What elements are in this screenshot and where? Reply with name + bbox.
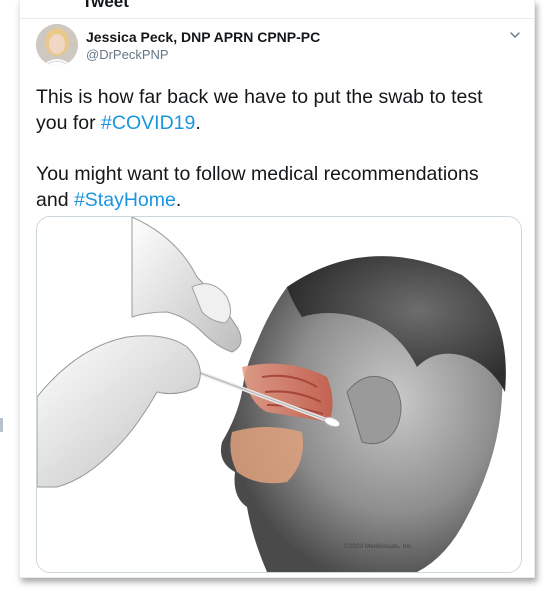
author-name[interactable]: Jessica Peck, DNP APRN CPNP-PC [86, 29, 320, 45]
tweet-paragraph-1: This is how far back we have to put the … [36, 84, 516, 136]
swab-illustration [37, 217, 521, 572]
tweet-text-1-end: . [195, 112, 201, 134]
page-edge-marker [0, 418, 3, 432]
image-copyright: ©2020 Medivisuals, Inc. [343, 543, 413, 550]
hashtag-covid19-link[interactable]: #COVID19 [101, 112, 195, 134]
header-strip: Tweet [20, 0, 534, 19]
chevron-down-icon[interactable] [508, 28, 522, 42]
avatar-image [36, 24, 78, 66]
hashtag-stayhome-link[interactable]: #StayHome [74, 189, 176, 211]
author-handle[interactable]: @DrPeckPNP [86, 47, 169, 62]
header-title: Tweet [82, 0, 129, 11]
tweet-paragraph-2: You might want to follow medical recomme… [36, 161, 516, 213]
tweet-text: This is how far back we have to put the … [36, 84, 516, 213]
tweet-card: Tweet Jessica Peck, DNP APRN CPNP-PC @Dr… [19, 0, 535, 578]
tweet-text-2-end: . [175, 189, 182, 211]
tweet-media-image[interactable]: ©2020 Medivisuals, Inc. [36, 216, 522, 573]
author-avatar[interactable] [36, 24, 78, 66]
